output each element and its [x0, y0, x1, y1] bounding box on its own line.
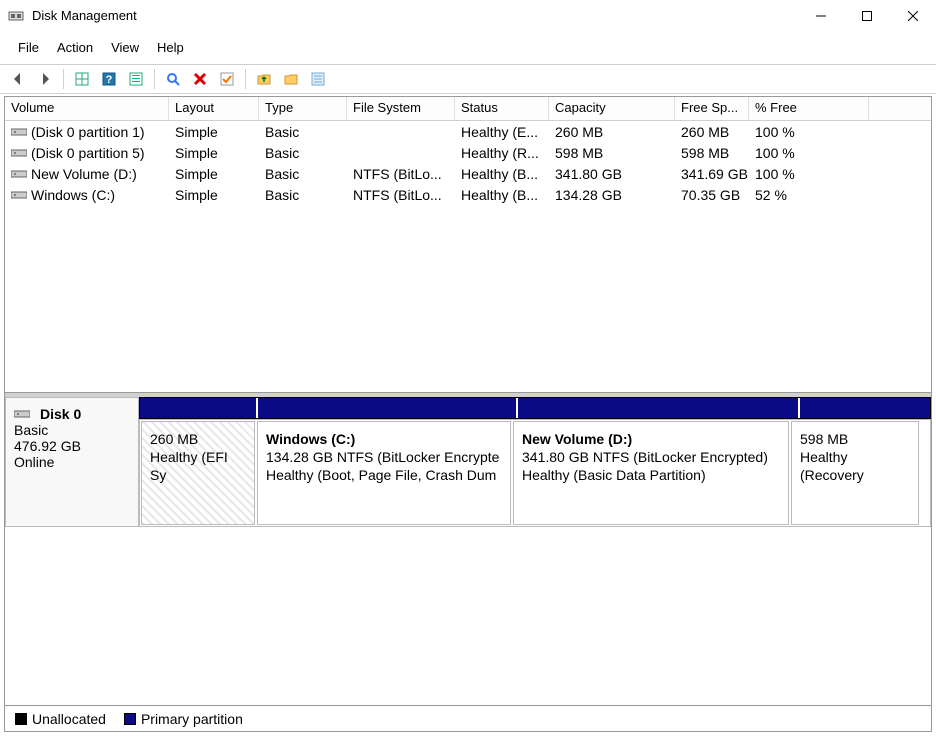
partition[interactable]: Windows (C:)134.28 GB NTFS (BitLocker En…	[257, 421, 511, 525]
disk-partitions: 260 MBHealthy (EFI SyWindows (C:)134.28 …	[139, 397, 931, 527]
menu-view[interactable]: View	[103, 38, 147, 57]
content-area: Volume Layout Type File System Status Ca…	[4, 96, 932, 732]
table-row[interactable]: Windows (C:)SimpleBasicNTFS (BitLo...Hea…	[5, 184, 931, 205]
maximize-button[interactable]	[844, 0, 890, 32]
col-pctfree[interactable]: % Free	[749, 97, 869, 120]
forward-button[interactable]	[33, 67, 57, 91]
delete-button[interactable]	[188, 67, 212, 91]
disk-bar	[139, 397, 931, 419]
show-hide-tree-button[interactable]	[70, 67, 94, 91]
refresh-button[interactable]	[161, 67, 185, 91]
window-controls	[798, 0, 936, 32]
menubar: File Action View Help	[0, 36, 936, 58]
close-button[interactable]	[890, 0, 936, 32]
menu-file[interactable]: File	[10, 38, 47, 57]
graphical-view: Disk 0 Basic 476.92 GB Online 260 MBHeal…	[5, 393, 931, 731]
partition[interactable]: 260 MBHealthy (EFI Sy	[141, 421, 255, 525]
minimize-button[interactable]	[798, 0, 844, 32]
legend-unallocated: Unallocated	[15, 711, 106, 727]
disk-icon	[14, 408, 30, 420]
toolbar: ?	[0, 64, 936, 94]
col-layout[interactable]: Layout	[169, 97, 259, 120]
col-capacity[interactable]: Capacity	[549, 97, 675, 120]
table-row[interactable]: (Disk 0 partition 5)SimpleBasicHealthy (…	[5, 142, 931, 163]
table-row[interactable]: New Volume (D:)SimpleBasicNTFS (BitLo...…	[5, 163, 931, 184]
legend-primary: Primary partition	[124, 711, 243, 727]
list-view-icon[interactable]	[306, 67, 330, 91]
disk-type: Basic	[14, 422, 130, 438]
col-type[interactable]: Type	[259, 97, 347, 120]
volume-list[interactable]: Volume Layout Type File System Status Ca…	[5, 97, 931, 393]
disk-size: 476.92 GB	[14, 438, 130, 454]
properties-button[interactable]	[215, 67, 239, 91]
legend: Unallocated Primary partition	[5, 705, 931, 731]
disk-label-panel[interactable]: Disk 0 Basic 476.92 GB Online	[5, 397, 139, 527]
table-row[interactable]: (Disk 0 partition 1)SimpleBasicHealthy (…	[5, 121, 931, 142]
col-filesystem[interactable]: File System	[347, 97, 455, 120]
partition[interactable]: 598 MBHealthy (Recovery	[791, 421, 919, 525]
disk-state: Online	[14, 454, 130, 470]
back-button[interactable]	[6, 67, 30, 91]
window-title: Disk Management	[32, 8, 798, 23]
folder-open-icon[interactable]	[279, 67, 303, 91]
menu-action[interactable]: Action	[49, 38, 101, 57]
swatch-primary	[124, 713, 136, 725]
col-freespace[interactable]: Free Sp...	[675, 97, 749, 120]
swatch-unallocated	[15, 713, 27, 725]
table-header: Volume Layout Type File System Status Ca…	[5, 97, 931, 121]
folder-up-icon[interactable]	[252, 67, 276, 91]
titlebar: Disk Management	[0, 0, 936, 32]
svg-text:?: ?	[106, 74, 113, 86]
col-status[interactable]: Status	[455, 97, 549, 120]
col-volume[interactable]: Volume	[5, 97, 169, 120]
settings-icon[interactable]	[124, 67, 148, 91]
partition[interactable]: New Volume (D:)341.80 GB NTFS (BitLocker…	[513, 421, 789, 525]
help-button[interactable]: ?	[97, 67, 121, 91]
menu-help[interactable]: Help	[149, 38, 192, 57]
disk-row: Disk 0 Basic 476.92 GB Online 260 MBHeal…	[5, 397, 931, 527]
app-icon	[8, 8, 24, 24]
disk-name: Disk 0	[14, 406, 130, 422]
